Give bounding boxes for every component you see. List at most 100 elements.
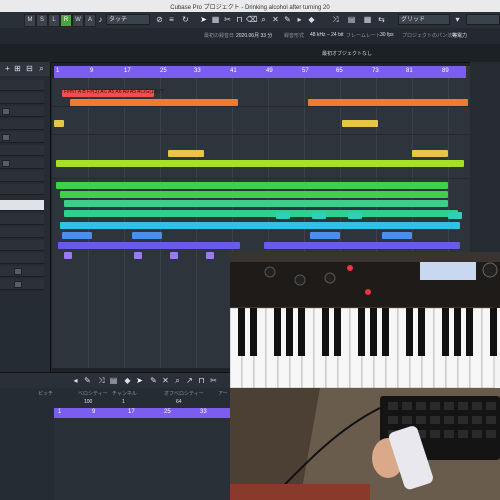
pointer-tool-icon[interactable]: ◂ [70, 375, 81, 386]
info-value[interactable]: 等電力 [452, 32, 467, 39]
glue-tool-icon[interactable]: ⊓ [234, 14, 245, 25]
automation-mode-select[interactable]: タッチ [106, 14, 150, 25]
select-tool-icon[interactable]: ➤ [134, 375, 145, 386]
snap-mode-icon[interactable]: ⇆ [376, 14, 387, 25]
midi-part[interactable] [64, 210, 458, 217]
glue-tool-icon[interactable]: ⊓ [196, 375, 207, 386]
track-row[interactable] [0, 240, 44, 251]
track-preset-icon[interactable]: ⊞ [12, 63, 23, 74]
draw-icon[interactable]: ✎ [82, 375, 93, 386]
split-tool-icon[interactable]: ✂ [208, 375, 219, 386]
midi-part[interactable] [58, 242, 240, 249]
midi-part[interactable] [448, 212, 462, 219]
track-edit-button[interactable] [14, 268, 22, 275]
midi-part[interactable] [54, 120, 64, 127]
erase-tool-icon[interactable]: ⌫ [246, 14, 257, 25]
track-row[interactable] [0, 80, 44, 91]
key-editor-area[interactable] [54, 418, 230, 500]
track-row[interactable] [0, 171, 44, 182]
midi-part[interactable] [134, 252, 142, 259]
midi-part[interactable] [412, 150, 448, 157]
lock-icon[interactable]: ≡ [166, 14, 177, 25]
snap-icon[interactable]: ▤ [346, 14, 357, 25]
midi-part[interactable] [62, 232, 92, 239]
track-row[interactable] [0, 158, 44, 169]
midi-part[interactable] [382, 232, 412, 239]
split-tool-icon[interactable]: ✂ [222, 14, 233, 25]
midi-part[interactable] [310, 232, 340, 239]
track-row[interactable] [0, 214, 44, 225]
timeline-ruler[interactable]: 1 9 17 25 33 41 49 57 65 73 81 89 [54, 66, 466, 78]
mute-tool-icon[interactable]: ✕ [160, 375, 171, 386]
midi-part[interactable] [170, 252, 178, 259]
track-edit-button[interactable] [2, 108, 10, 115]
track-edit-button[interactable] [2, 160, 10, 167]
pointer-tool-icon[interactable]: ➤ [198, 14, 209, 25]
filter-icon[interactable]: ⊟ [24, 63, 35, 74]
midi-part[interactable] [60, 191, 448, 198]
speaker-icon[interactable]: ◆ [122, 375, 133, 386]
track-row[interactable] [0, 119, 44, 130]
track-row[interactable] [0, 184, 44, 195]
midi-part[interactable] [206, 252, 214, 259]
write-button[interactable]: W [72, 14, 84, 27]
sync-icon[interactable]: ⊘ [154, 14, 165, 25]
quantize-icon[interactable]: ▾ [452, 14, 463, 25]
track-row[interactable] [0, 132, 44, 143]
track-row[interactable] [0, 93, 44, 104]
midi-part[interactable] [70, 99, 238, 106]
info-value[interactable]: 48 kHz – 24 bit [310, 32, 343, 38]
listen-button[interactable]: L [48, 14, 60, 27]
grid-select[interactable]: グリッド [398, 14, 450, 25]
link-icon[interactable]: ⤨ [330, 14, 341, 25]
track-edit-button[interactable] [14, 281, 22, 288]
range-tool-icon[interactable]: ▦ [210, 14, 221, 25]
info-value[interactable]: 30 fps [380, 32, 394, 38]
track-row[interactable] [0, 279, 44, 290]
solo-button[interactable]: S [36, 14, 48, 27]
color-tool-icon[interactable]: ◆ [306, 14, 317, 25]
quantize-select[interactable] [466, 14, 500, 25]
lower-editor-ruler[interactable]: 1 9 17 25 33 [54, 408, 230, 418]
midi-part[interactable] [56, 182, 448, 189]
snap-icon[interactable]: ▤ [108, 375, 119, 386]
mute-tool-icon[interactable]: ✕ [270, 14, 281, 25]
snap-active-icon[interactable]: ▦ [362, 14, 373, 25]
track-row[interactable] [0, 145, 44, 156]
track-row-selected[interactable] [0, 200, 44, 211]
line-tool-icon[interactable]: ↗ [184, 375, 195, 386]
midi-part[interactable] [168, 150, 204, 157]
track-row[interactable] [0, 253, 44, 264]
velocity-value[interactable]: 100 [84, 399, 92, 405]
midi-part[interactable] [60, 222, 460, 229]
zoom-tool-icon[interactable]: ⌕ [258, 14, 269, 25]
track-edit-button[interactable] [2, 134, 10, 141]
midi-part[interactable] [264, 242, 460, 249]
info-label: 最初の録音日 [204, 33, 235, 39]
off-velocity-value[interactable]: 64 [176, 399, 182, 405]
erase-tool-icon[interactable]: ✎ [148, 375, 159, 386]
midi-part[interactable] [312, 212, 326, 219]
channel-value[interactable]: 1 [122, 399, 125, 405]
mute-button[interactable]: M [24, 14, 36, 27]
track-row[interactable] [0, 227, 44, 238]
chord-part[interactable]: F#m7 A B F#(3) AC A5 A6 A9 A5 AC/G(13)77 [62, 89, 164, 97]
midi-part[interactable] [132, 232, 162, 239]
link-icon[interactable]: ⤨ [96, 375, 107, 386]
search-icon[interactable]: ⌕ [36, 63, 47, 74]
midi-part[interactable] [64, 200, 448, 207]
midi-part[interactable] [64, 252, 72, 259]
zoom-tool-icon[interactable]: ⌕ [172, 375, 183, 386]
track-row[interactable] [0, 106, 44, 117]
midi-part[interactable] [348, 212, 362, 219]
midi-part[interactable] [308, 99, 468, 106]
midi-part[interactable] [56, 160, 464, 167]
midi-part[interactable] [342, 120, 378, 127]
midi-part[interactable] [276, 212, 290, 219]
track-row[interactable] [0, 266, 44, 277]
draw-tool-icon[interactable]: ✎ [282, 14, 293, 25]
info-value[interactable]: 2020.06月 33 分 [236, 32, 272, 39]
redo-icon[interactable]: ↻ [180, 14, 191, 25]
play-tool-icon[interactable]: ▸ [294, 14, 305, 25]
read-button[interactable]: R [60, 14, 72, 27]
